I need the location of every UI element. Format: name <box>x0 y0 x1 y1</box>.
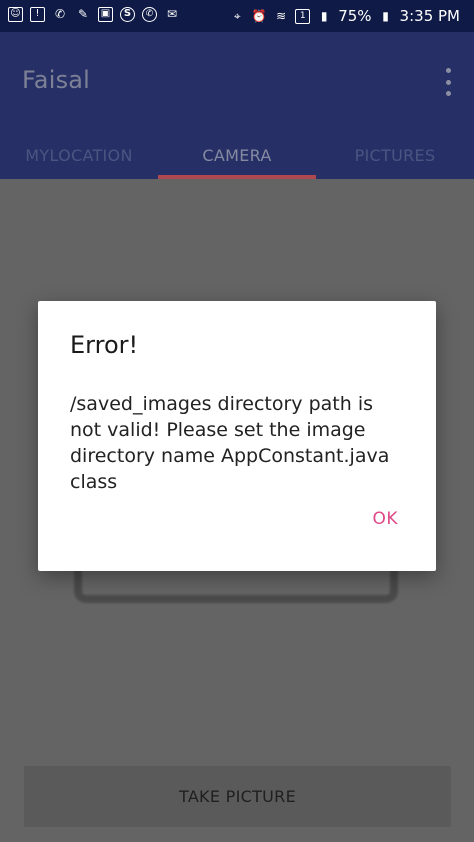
whatsapp-icon: ✆ <box>142 6 157 22</box>
mail-icon: ✉ <box>166 7 178 21</box>
tab-pictures[interactable]: PICTURES <box>316 132 474 179</box>
overflow-menu-icon[interactable] <box>444 68 452 96</box>
tab-mylocation[interactable]: MYLOCATION <box>0 132 158 179</box>
tab-label: CAMERA <box>202 146 272 165</box>
dialog-title: Error! <box>70 331 139 359</box>
app-title: Faisal <box>22 66 91 94</box>
take-picture-label: TAKE PICTURE <box>178 787 296 806</box>
sim-icon: 1 <box>295 8 311 24</box>
notification-icons: ☺ ! ✆ ✎ ▣ S ✆ ✉ <box>8 6 180 22</box>
location-icon: ⌖ <box>233 9 241 23</box>
status-bar: ☺ ! ✆ ✎ ▣ S ✆ ✉ ⌖ ⏰ ≋ 1 ▮ 75% ▮ 3:35 PM <box>0 0 474 32</box>
call-missed-icon: ✆ <box>54 7 66 21</box>
signal-icon: ▮ <box>320 9 328 23</box>
battery-icon: ▮ <box>382 9 389 23</box>
tab-label: MYLOCATION <box>25 146 133 165</box>
cleaning-icon: ✎ <box>77 7 89 21</box>
alert-icon: ! <box>30 6 45 22</box>
app-bar: Faisal MYLOCATION CAMERA PICTURES <box>0 32 474 179</box>
ok-button[interactable]: OK <box>372 509 398 529</box>
skype-icon: S <box>120 6 135 22</box>
system-icons: ⌖ ⏰ ≋ 1 ▮ 75% ▮ 3:35 PM <box>229 6 460 26</box>
photo-icon: ▣ <box>98 6 113 22</box>
screen: ☺ ! ✆ ✎ ▣ S ✆ ✉ ⌖ ⏰ ≋ 1 ▮ 75% ▮ 3:35 PM … <box>0 0 474 842</box>
alarm-icon: ⏰ <box>251 9 267 23</box>
clock: 3:35 PM <box>399 7 460 25</box>
dialog-message: /saved_images directory path is not vali… <box>70 393 390 493</box>
tab-camera[interactable]: CAMERA <box>158 132 316 179</box>
error-dialog: Error! /saved_images directory path is n… <box>38 301 436 571</box>
take-picture-button[interactable]: TAKE PICTURE <box>24 766 451 827</box>
battery-percent: 75% <box>338 7 372 25</box>
tab-bar: MYLOCATION CAMERA PICTURES <box>0 132 474 179</box>
tab-label: PICTURES <box>354 146 436 165</box>
wifi-icon: ≋ <box>276 9 287 23</box>
messenger-icon: ☺ <box>8 6 23 22</box>
